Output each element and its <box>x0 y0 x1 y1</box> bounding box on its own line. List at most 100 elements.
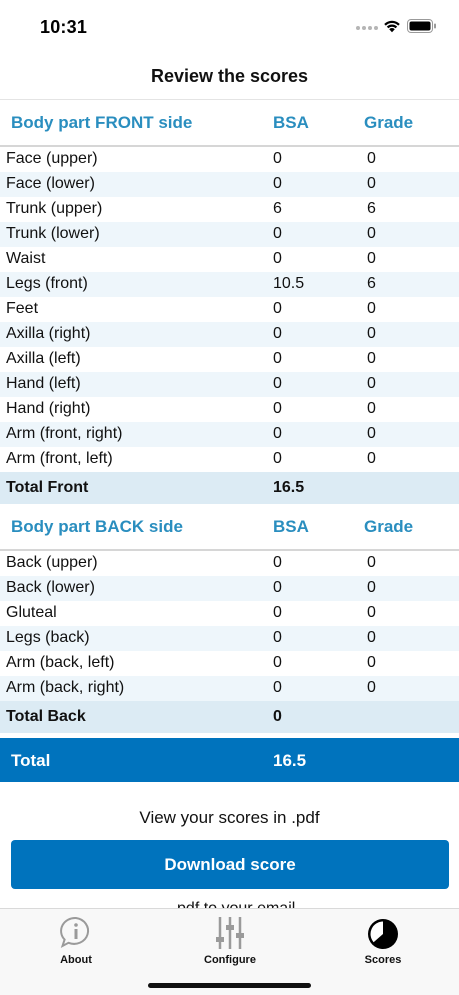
body-part-cell: Arm (back, left) <box>6 654 115 671</box>
tab-scores[interactable]: Scores <box>328 915 438 975</box>
sliders-icon <box>216 917 244 949</box>
front-table-row: Hand (right) 0 0 <box>0 397 459 422</box>
front-table-row: Trunk (lower) 0 0 <box>0 222 459 247</box>
grade-cell: 0 <box>367 225 376 242</box>
body-part-cell: Axilla (right) <box>6 325 91 342</box>
body-part-cell: Hand (left) <box>6 375 81 392</box>
body-part-cell: Face (upper) <box>6 150 98 167</box>
back-table-header: Body part BACK side BSA Grade <box>0 505 459 549</box>
bsa-cell: 0 <box>273 450 282 467</box>
front-total-label: Total Front <box>6 479 89 496</box>
grade-cell: 0 <box>367 425 376 442</box>
body-part-cell: Face (lower) <box>6 175 95 192</box>
body-part-cell: Axilla (left) <box>6 350 81 367</box>
back-total-row: Total Back 0 <box>0 701 459 733</box>
front-column-header-body-part: Body part FRONT side <box>11 113 193 132</box>
body-part-cell: Legs (front) <box>6 275 88 292</box>
pdf-prompt-text: View your scores in .pdf <box>139 808 320 827</box>
bsa-cell: 0 <box>273 425 282 442</box>
back-table-row: Back (lower) 0 0 <box>0 576 459 601</box>
bsa-cell: 0 <box>273 679 282 696</box>
back-scores-table: Body part BACK side BSA Grade Back (uppe… <box>0 505 459 733</box>
body-part-cell: Hand (right) <box>6 400 91 417</box>
bsa-cell: 0 <box>273 300 282 317</box>
bsa-cell: 0 <box>273 400 282 417</box>
grade-cell: 0 <box>367 325 376 342</box>
front-column-header-grade: Grade <box>364 113 414 132</box>
back-table-row: Back (upper) 0 0 <box>0 551 459 576</box>
bsa-cell: 6 <box>273 200 282 217</box>
body-part-cell: Legs (back) <box>6 629 90 646</box>
info-bubble-icon <box>60 916 90 949</box>
signal-dots-icon <box>356 26 378 30</box>
grade-cell: 0 <box>367 554 376 571</box>
back-column-header-body-part: Body part BACK side <box>11 517 183 536</box>
bsa-cell: 0 <box>273 629 282 646</box>
home-indicator <box>148 983 311 988</box>
body-part-cell: Arm (front, left) <box>6 450 113 467</box>
front-table-header: Body part FRONT side BSA Grade <box>0 101 459 145</box>
grade-cell: 6 <box>367 275 376 292</box>
body-part-cell: Waist <box>6 250 46 267</box>
navigation-bar: Review the scores <box>0 52 459 100</box>
status-time: 10:31 <box>40 17 88 37</box>
grand-total-label: Total <box>11 751 51 770</box>
grade-cell: 0 <box>367 150 376 167</box>
grade-cell: 0 <box>367 300 376 317</box>
grand-total-value: 16.5 <box>273 751 307 770</box>
grade-cell: 0 <box>367 375 376 392</box>
front-table-row: Trunk (upper) 6 6 <box>0 197 459 222</box>
front-table-row: Arm (front, left) 0 0 <box>0 447 459 472</box>
tab-configure-label: Configure <box>204 954 256 966</box>
bsa-cell: 0 <box>273 150 282 167</box>
body-part-cell: Gluteal <box>6 604 57 621</box>
pie-chart-icon <box>368 919 398 949</box>
front-column-header-bsa: BSA <box>273 113 309 132</box>
grade-cell: 0 <box>367 175 376 192</box>
grade-cell: 0 <box>367 400 376 417</box>
tab-configure[interactable]: Configure <box>175 915 285 975</box>
battery-icon <box>407 19 436 33</box>
grade-cell: 0 <box>367 350 376 367</box>
front-scores-table: Body part FRONT side BSA Grade Face (upp… <box>0 101 459 504</box>
status-bar: 10:31 <box>0 0 459 52</box>
grade-cell: 0 <box>367 450 376 467</box>
grade-cell: 0 <box>367 654 376 671</box>
bsa-cell: 0 <box>273 554 282 571</box>
front-table-row: Axilla (right) 0 0 <box>0 322 459 347</box>
bsa-cell: 0 <box>273 654 282 671</box>
page-title: Review the scores <box>150 66 309 86</box>
front-total-value: 16.5 <box>273 479 305 496</box>
back-total-label: Total Back <box>6 708 86 725</box>
download-score-button[interactable]: Download score <box>11 840 449 889</box>
grand-total-row: Total 16.5 <box>0 738 459 782</box>
front-table-row: Axilla (left) 0 0 <box>0 347 459 372</box>
tab-bar: About Configure Scores <box>0 908 459 995</box>
tab-scores-label: Scores <box>364 954 402 966</box>
front-table-row: Face (lower) 0 0 <box>0 172 459 197</box>
bsa-cell: 0 <box>273 375 282 392</box>
front-table-row: Waist 0 0 <box>0 247 459 272</box>
grade-cell: 0 <box>367 604 376 621</box>
tab-about[interactable]: About <box>21 915 131 975</box>
body-part-cell: Trunk (upper) <box>6 200 103 217</box>
body-part-cell: Arm (back, right) <box>6 679 125 696</box>
grade-cell: 0 <box>367 579 376 596</box>
tab-about-label: About <box>60 954 92 966</box>
grade-cell: 0 <box>367 629 376 646</box>
grade-cell: 0 <box>367 250 376 267</box>
back-column-header-bsa: BSA <box>273 517 309 536</box>
front-table-row: Hand (left) 0 0 <box>0 372 459 397</box>
body-part-cell: Trunk (lower) <box>6 225 100 242</box>
front-table-row: Arm (front, right) 0 0 <box>0 422 459 447</box>
body-part-cell: Arm (front, right) <box>6 425 123 442</box>
wifi-icon <box>384 20 400 33</box>
body-part-cell: Back (upper) <box>6 554 98 571</box>
body-part-cell: Back (lower) <box>6 579 95 596</box>
bsa-cell: 0 <box>273 225 282 242</box>
bsa-cell: 10.5 <box>273 275 305 292</box>
back-table-row: Arm (back, right) 0 0 <box>0 676 459 701</box>
front-total-row: Total Front 16.5 <box>0 472 459 504</box>
back-column-header-grade: Grade <box>364 517 414 536</box>
bsa-cell: 0 <box>273 325 282 342</box>
